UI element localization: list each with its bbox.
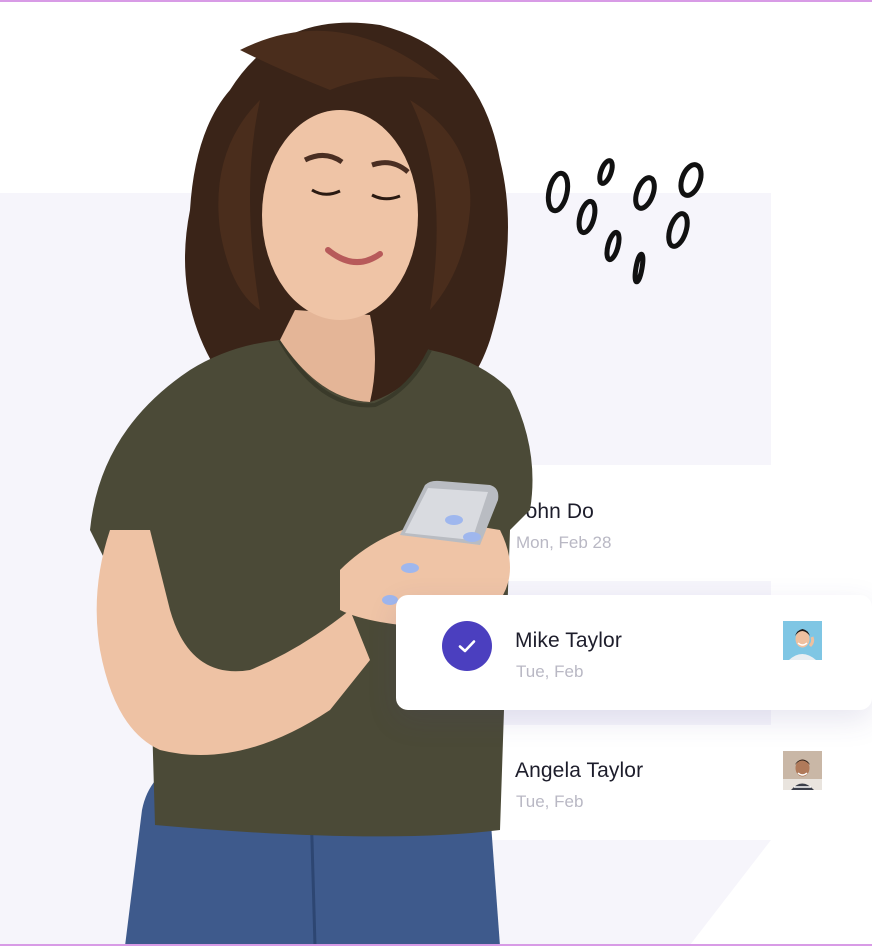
contact-name: Mike Taylor (515, 629, 622, 652)
selected-indicator (442, 621, 492, 671)
doodle-decoration (545, 158, 704, 285)
background-panel-corner (690, 840, 771, 945)
check-icon (458, 640, 476, 653)
woman-with-phone-image (90, 22, 533, 946)
top-frame-border (0, 0, 872, 2)
contact-date: Tue, Feb (516, 662, 584, 681)
mike-avatar (783, 621, 822, 660)
angela-avatar (783, 751, 822, 790)
contact-card-mike-taylor[interactable]: Mike Taylor Tue, Feb (396, 595, 872, 710)
